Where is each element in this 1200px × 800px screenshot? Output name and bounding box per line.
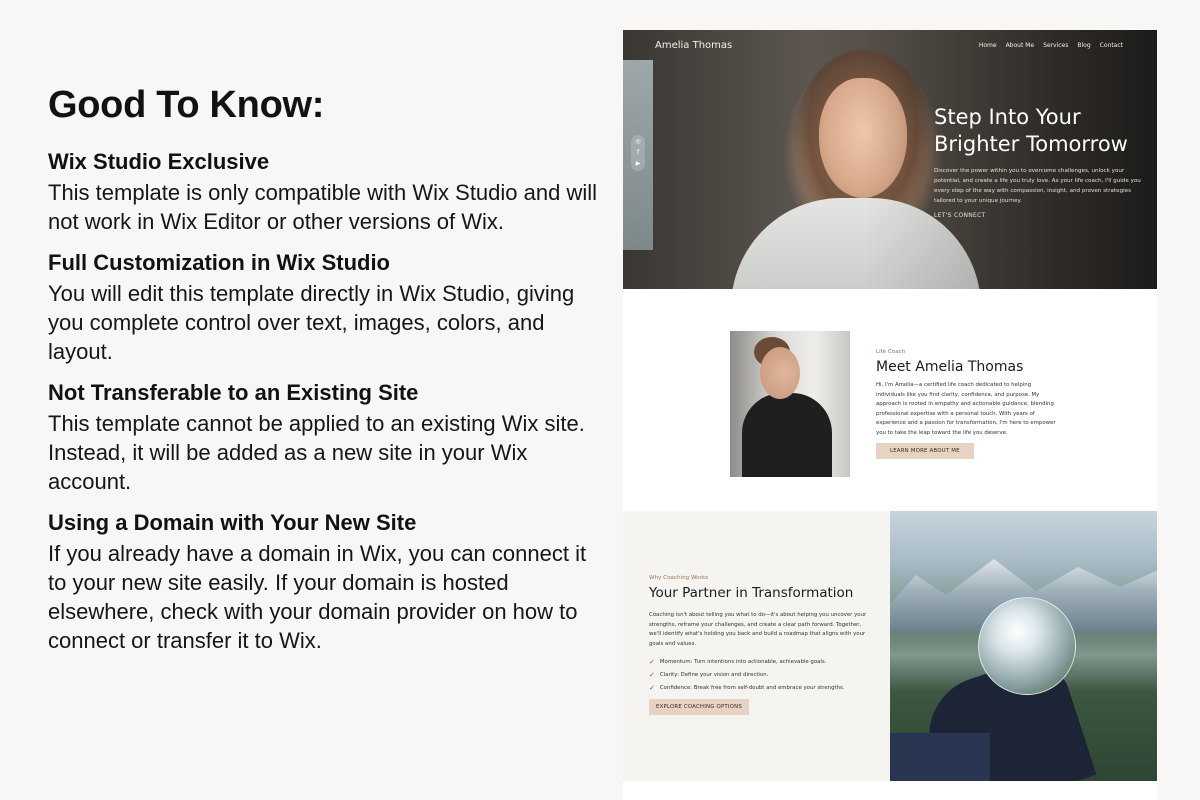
partner-image	[890, 511, 1157, 781]
partner-title: Your Partner in Transformation	[649, 585, 854, 601]
info-section: Wix Studio Exclusive This template is on…	[48, 149, 608, 236]
hero-cta-link[interactable]: LET'S CONNECT	[934, 212, 986, 219]
site-nav: Home About Me Services Blog Contact	[979, 42, 1123, 49]
info-section-body: This template is only compatible with Wi…	[48, 180, 598, 234]
nav-about-me[interactable]: About Me	[1006, 42, 1035, 49]
site-logo[interactable]: Amelia Thomas	[655, 40, 732, 51]
info-section-body: You will edit this template directly in …	[48, 281, 575, 364]
info-section: Using a Domain with Your New Site If you…	[48, 510, 608, 655]
info-section-title: Wix Studio Exclusive	[48, 149, 270, 174]
info-section: Not Transferable to an Existing Site Thi…	[48, 380, 608, 496]
about-photo	[730, 331, 850, 477]
partner-image-sleeve	[890, 733, 990, 781]
nav-blog[interactable]: Blog	[1077, 42, 1090, 49]
website-preview: Amelia Thomas Home About Me Services Blo…	[623, 30, 1157, 800]
explore-coaching-button[interactable]: EXPLORE COACHING OPTIONS	[649, 699, 749, 715]
about-section: Life Coach Meet Amelia Thomas Hi, I'm Am…	[623, 289, 1157, 511]
hero-overlay	[623, 30, 1157, 289]
facebook-icon[interactable]: f	[637, 149, 639, 157]
benefit-text: Momentum: Turn intentions into actionabl…	[659, 659, 827, 665]
partner-section: Why Coaching Works Your Partner in Trans…	[623, 511, 1157, 781]
learn-more-button[interactable]: LEARN MORE ABOUT ME	[876, 443, 974, 459]
list-item: ✓ Momentum: Turn intentions into actiona…	[649, 656, 879, 669]
instagram-icon[interactable]: ◎	[635, 138, 640, 146]
partner-content: Why Coaching Works Your Partner in Trans…	[623, 511, 890, 781]
nav-services[interactable]: Services	[1043, 42, 1068, 49]
info-panel: Good To Know: Wix Studio Exclusive This …	[48, 84, 608, 669]
nav-contact[interactable]: Contact	[1100, 42, 1123, 49]
benefit-list: ✓ Momentum: Turn intentions into actiona…	[649, 656, 879, 695]
check-icon: ✓	[649, 658, 655, 666]
about-eyebrow: Life Coach	[876, 349, 906, 355]
hero-text: Discover the power within you to overcom…	[934, 168, 1141, 204]
about-text: Hi, I'm Amelia—a certified life coach de…	[876, 382, 1056, 436]
nav-home[interactable]: Home	[979, 42, 997, 49]
social-bar: ◎ f ▶	[631, 135, 645, 171]
benefit-text: Clarity: Define your vision and directio…	[659, 672, 769, 678]
list-item: ✓ Clarity: Define your vision and direct…	[649, 669, 879, 682]
info-section-body: This template cannot be applied to an ex…	[48, 411, 585, 494]
partner-eyebrow: Why Coaching Works	[649, 575, 709, 581]
info-section-title: Full Customization in Wix Studio	[48, 250, 390, 275]
info-section-title: Using a Domain with Your New Site	[48, 510, 417, 535]
about-title: Meet Amelia Thomas	[876, 359, 1024, 375]
partner-text: Coaching isn't about telling you what to…	[649, 612, 867, 647]
benefit-text: Confidence: Break free from self-doubt a…	[659, 685, 845, 691]
youtube-icon[interactable]: ▶	[636, 160, 641, 168]
about-photo-body	[742, 393, 832, 477]
list-item: ✓ Confidence: Break free from self-doubt…	[649, 682, 879, 695]
info-section-title: Not Transferable to an Existing Site	[48, 380, 419, 405]
hero-section: Amelia Thomas Home About Me Services Blo…	[623, 30, 1157, 308]
partner-image-crystal-ball	[978, 597, 1076, 695]
check-icon: ✓	[649, 684, 655, 692]
hero-title: Step Into Your Brighter Tomorrow	[934, 105, 1128, 156]
check-icon: ✓	[649, 671, 655, 679]
about-photo-head	[760, 347, 800, 399]
info-section-body: If you already have a domain in Wix, you…	[48, 541, 587, 653]
info-heading: Good To Know:	[48, 84, 325, 126]
info-section: Full Customization in Wix Studio You wil…	[48, 250, 608, 366]
